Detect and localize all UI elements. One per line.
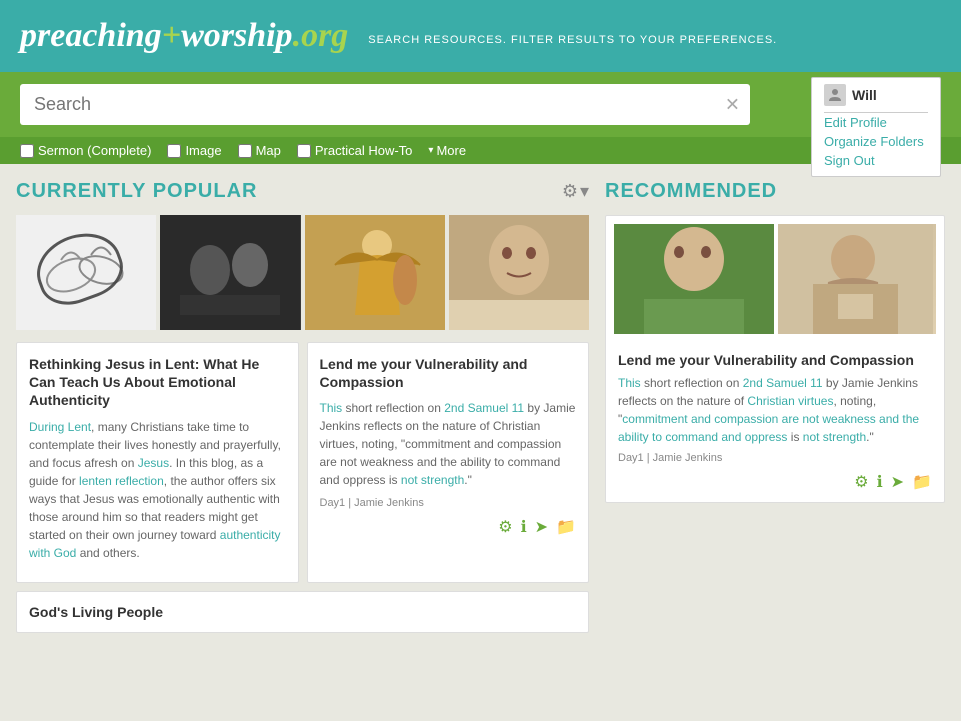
popular-thumb-1[interactable] [16,215,156,330]
popular-section-title: CURRENTLY POPULAR [16,180,257,203]
filter-practical[interactable]: Practical How-To [297,143,413,158]
reading-image [778,224,936,334]
filter-more-label: More [436,143,466,158]
chevron-down-icon: ▾ [580,181,589,202]
article-2-gear-icon[interactable]: ⚙ [498,517,512,537]
filter-more-arrow: ▾ [428,145,433,156]
edit-profile-link[interactable]: Edit Profile [824,113,928,132]
rec-share-icon[interactable]: ➤ [891,472,904,492]
article-1-body: During Lent, many Christians take time t… [29,418,286,562]
recommended-article: Lend me your Vulnerability and Compassio… [606,342,944,502]
user-panel: Will Edit Profile Organize Folders Sign … [811,77,941,177]
article-2-info-icon[interactable]: ℹ [521,517,527,537]
popular-thumb-4[interactable] [449,215,589,330]
organize-folders-link[interactable]: Organize Folders [824,132,928,151]
popular-section-header: CURRENTLY POPULAR ⚙ ▾ [16,180,589,203]
angel-scene-image [305,215,445,330]
rec-body-text: This short reflection on 2nd Samuel 11 b… [618,376,919,444]
filter-map-checkbox[interactable] [238,144,252,158]
logo-text: preaching+worship.org [20,17,348,55]
article-2-body: This short reflection on 2nd Samuel 11 b… [320,399,577,489]
filter-sermon-checkbox[interactable] [20,144,34,158]
popular-settings-button[interactable]: ⚙ ▾ [562,181,589,202]
recommended-section-title: RECOMMENDED [605,180,777,203]
user-panel-header: Will [824,84,928,113]
rec-gear-icon[interactable]: ⚙ [854,472,868,492]
recommended-section-header: RECOMMENDED [605,180,945,203]
search-input[interactable] [20,84,750,125]
user-avatar-icon [824,84,846,106]
recommended-article-meta: Day1 | Jamie Jenkins [618,452,932,464]
tagline: SEARCH RESOURCES. FILTER RESULTS TO YOUR… [368,34,777,46]
filter-more-button[interactable]: ▾ More [428,143,466,158]
left-column: CURRENTLY POPULAR ⚙ ▾ [16,180,589,633]
dark-scene-image [160,215,300,330]
filter-image-label: Image [185,143,221,158]
article-1-title: Rethinking Jesus in Lent: What He Can Te… [29,355,286,410]
logo-main: preaching+worship [20,17,293,54]
popular-thumb-2[interactable] [160,215,300,330]
article-2-body-text: This short reflection on 2nd Samuel 11 b… [320,401,576,487]
next-article-title: God's Living People [29,604,576,620]
search-input-wrap: ✕ [20,84,750,125]
filter-practical-checkbox[interactable] [297,144,311,158]
filter-image[interactable]: Image [167,143,221,158]
rec-info-icon[interactable]: ℹ [877,472,883,492]
articles-row: Rethinking Jesus in Lent: What He Can Te… [16,342,589,583]
gear-icon: ⚙ [562,181,578,202]
next-article-card: God's Living People [16,591,589,633]
popular-thumb-3[interactable] [305,215,445,330]
popular-image-grid [16,215,589,330]
sign-out-link[interactable]: Sign Out [824,151,928,170]
article-2-folder-icon[interactable]: 📁 [556,517,576,537]
search-clear-button[interactable]: ✕ [725,94,740,115]
recommended-thumb-2[interactable] [778,224,936,334]
article-card-2: Lend me your Vulnerability and Compassio… [307,342,590,583]
main-content: CURRENTLY POPULAR ⚙ ▾ [0,164,961,649]
user-links: Edit Profile Organize Folders Sign Out [824,113,928,170]
right-column: RECOMMENDED [605,180,945,633]
hands-sketch-image [16,215,156,330]
user-name: Will [852,87,877,103]
article-1-body-text: During Lent, many Christians take time t… [29,420,281,560]
article-2-title: Lend me your Vulnerability and Compassio… [320,355,577,391]
filter-map-label: Map [256,143,281,158]
filter-image-checkbox[interactable] [167,144,181,158]
article-2-share-icon[interactable]: ➤ [535,517,548,537]
face-scene-image [449,215,589,330]
recommended-article-body: This short reflection on 2nd Samuel 11 b… [618,374,932,446]
recommended-images [606,216,944,342]
filter-sermon-label: Sermon (Complete) [38,143,151,158]
recommended-article-title: Lend me your Vulnerability and Compassio… [618,352,932,368]
recommended-card: Lend me your Vulnerability and Compassio… [605,215,945,503]
filter-map[interactable]: Map [238,143,281,158]
search-area: ✕ Will Edit Profile Organize Folders Sig… [0,72,961,137]
article-2-actions: ⚙ ℹ ➤ 📁 [320,517,577,537]
header: preaching+worship.org SEARCH RESOURCES. … [0,0,961,72]
logo: preaching+worship.org [20,17,348,55]
garden-image [614,224,774,334]
article-2-meta: Day1 | Jamie Jenkins [320,497,577,509]
article-card-1: Rethinking Jesus in Lent: What He Can Te… [16,342,299,583]
recommended-thumb-1[interactable] [614,224,774,334]
recommended-article-actions: ⚙ ℹ ➤ 📁 [618,472,932,492]
rec-folder-icon[interactable]: 📁 [912,472,932,492]
filter-practical-label: Practical How-To [315,143,413,158]
filter-sermon[interactable]: Sermon (Complete) [20,143,151,158]
